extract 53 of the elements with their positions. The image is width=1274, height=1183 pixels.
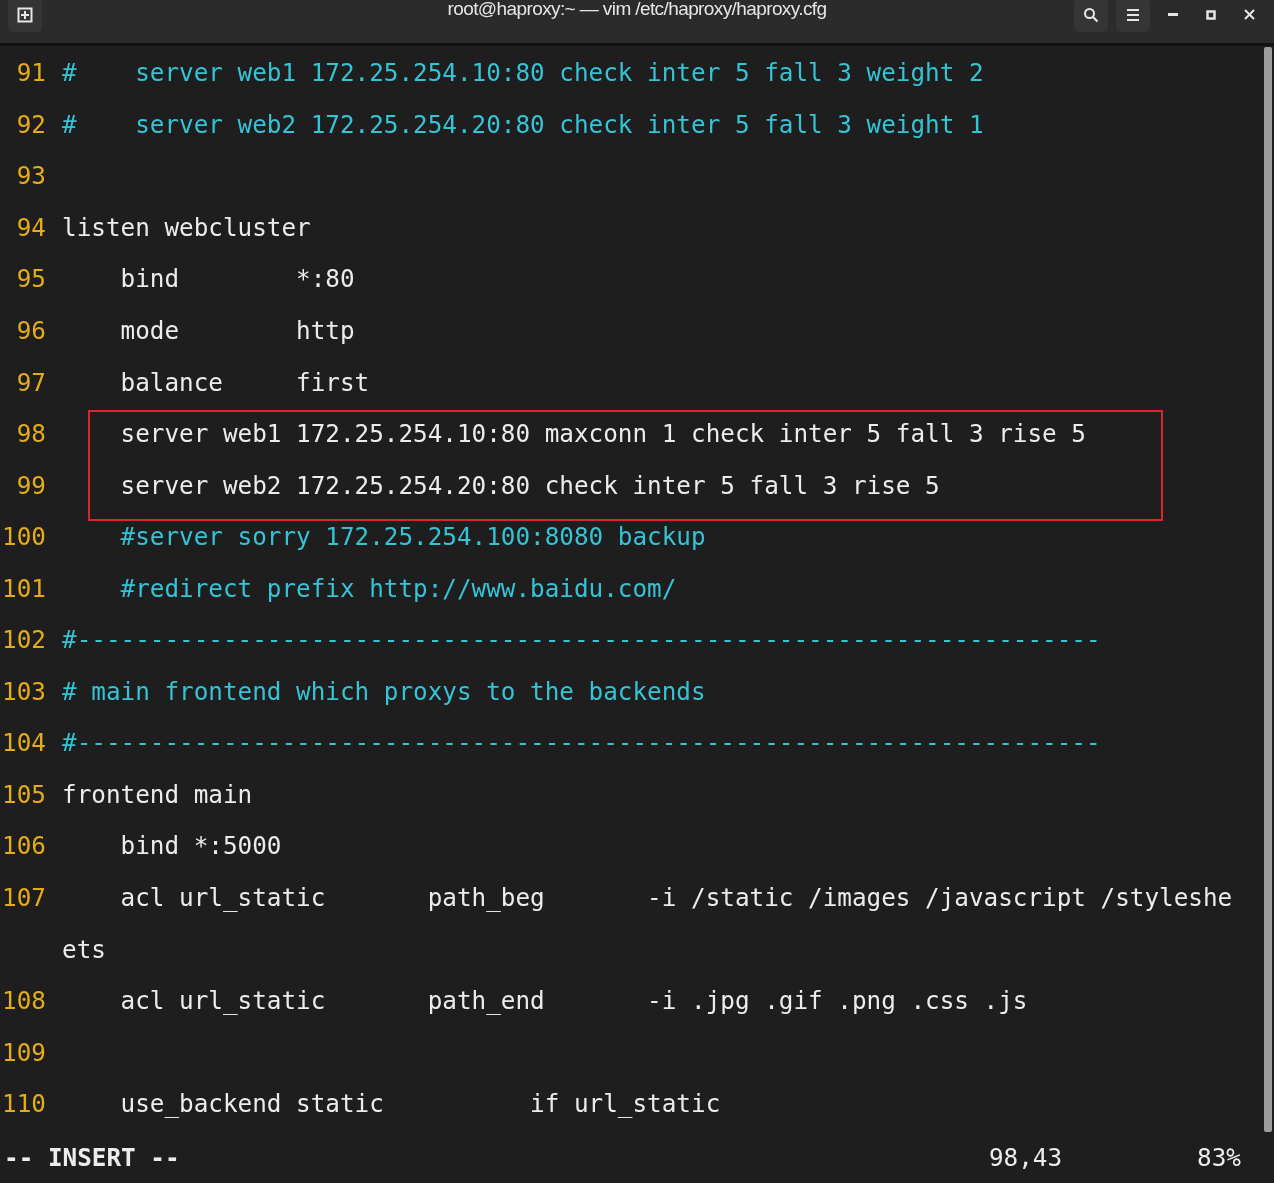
code-line: server web1 172.25.254.10:80 maxconn 1 check inter 5 fall 3 rise 5 — [119, 419, 1086, 449]
line-number: 105 — [1, 779, 46, 809]
cursor-position: 98,43 — [988, 1142, 1063, 1172]
code-line: ets — [62, 934, 106, 964]
line-number: 95 — [15, 264, 46, 294]
maximize-icon — [1206, 9, 1216, 20]
new-tab-icon — [17, 6, 33, 23]
code-line: server web2 172.25.254.20:80 check inter 5 fall 3 rise 5 — [119, 470, 940, 500]
code-line: balance first — [119, 367, 370, 397]
comment-line: #redirect prefix http://www.baidu.com/ — [119, 573, 677, 603]
comment-line: # main frontend which proxys to the backends — [62, 676, 706, 706]
comment-line: # server web2 172.25.254.20:80 check inter 5 fall 3 weight 1 — [62, 109, 984, 139]
search-button[interactable] — [1074, 0, 1108, 32]
line-number: 101 — [1, 573, 46, 603]
window-title: root@haproxy:~ — vim /etc/haproxy/haproxy.cfg — [446, 0, 828, 18]
line-number: 94 — [15, 212, 46, 242]
line-number: 93 — [15, 161, 46, 191]
new-tab-button[interactable] — [8, 0, 42, 32]
line-number: 98 — [15, 419, 46, 449]
close-icon — [1243, 9, 1255, 20]
menu-button[interactable] — [1116, 0, 1150, 32]
mode-indicator: -- INSERT -- — [4, 1142, 180, 1172]
comment-line: # server web1 172.25.254.10:80 check inter 5 fall 3 weight 2 — [62, 58, 984, 88]
search-icon — [1083, 6, 1099, 23]
line-number: 102 — [1, 625, 46, 655]
comment-line: #server sorry 172.25.254.100:8080 backup — [119, 522, 706, 552]
menu-icon — [1126, 7, 1140, 22]
scrollbar[interactable] — [1264, 47, 1272, 1132]
line-number: 91 — [15, 58, 46, 88]
line-number: 104 — [1, 728, 46, 758]
code-line: use_backend static if url_static — [119, 1089, 721, 1119]
code-line: acl url_static path_beg -i /static /images /javascript /styleshe — [119, 883, 1233, 912]
code-line: bind *:5000 — [119, 831, 282, 861]
line-number: 92 — [15, 109, 46, 139]
line-number: 110 — [1, 1089, 46, 1119]
comment-line: #---------------------------------------------------------------------- — [62, 728, 1101, 758]
minimize-icon — [1168, 13, 1178, 16]
line-number: 103 — [1, 676, 46, 706]
line-number: 99 — [15, 470, 46, 500]
comment-line: #---------------------------------------------------------------------- — [62, 625, 1101, 655]
line-number: 100 — [1, 522, 46, 552]
code-line: listen webcluster — [62, 212, 311, 242]
code-line: bind *:80 — [119, 264, 355, 294]
code-line: mode http — [119, 316, 355, 345]
code-line: frontend main — [62, 779, 253, 809]
line-number: 109 — [1, 1037, 46, 1067]
code-line: acl url_static path_end -i .jpg .gif .png .css .js — [119, 986, 1028, 1016]
line-number: 96 — [15, 316, 46, 345]
line-number: 108 — [1, 986, 46, 1016]
line-number: 106 — [1, 831, 46, 861]
scroll-percentage: 83% — [1197, 1142, 1241, 1172]
line-number: 97 — [15, 367, 46, 397]
line-number: 107 — [1, 883, 46, 912]
